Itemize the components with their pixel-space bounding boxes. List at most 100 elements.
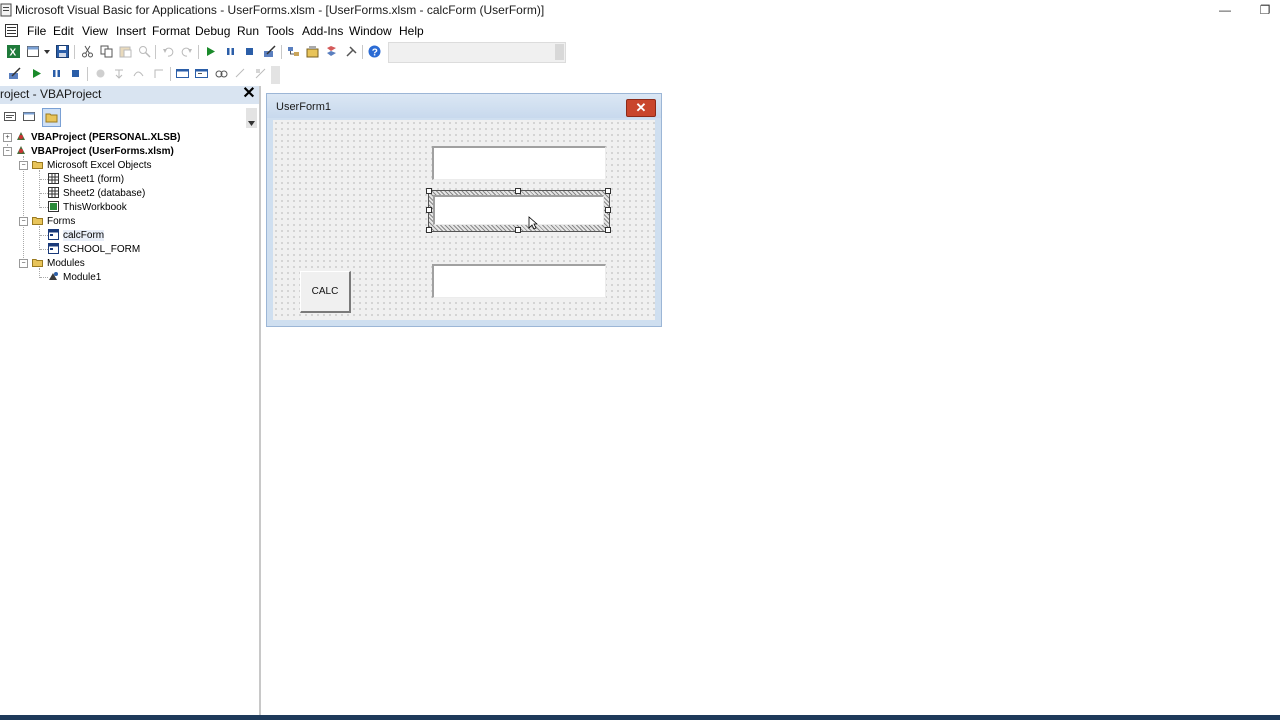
toolbar-separator	[362, 45, 363, 59]
menu-edit[interactable]: Edit	[53, 24, 74, 38]
resize-handle[interactable]	[515, 227, 521, 233]
resize-handle[interactable]	[426, 207, 432, 213]
tree-item-sheet1[interactable]: Sheet1 (form)	[48, 173, 124, 185]
resize-handle[interactable]	[605, 207, 611, 213]
menu-add-ins[interactable]: Add-Ins	[302, 24, 343, 38]
collapse-toggle[interactable]: −	[19, 259, 28, 268]
tree-folder-excel-objects[interactable]: Microsoft Excel Objects	[32, 159, 151, 171]
break-icon[interactable]	[50, 67, 63, 80]
title-bar: Microsoft Visual Basic for Applications …	[0, 0, 1280, 22]
module-icon	[49, 272, 58, 280]
help-icon[interactable]: ?	[368, 45, 381, 58]
combo-dropdown-arrow[interactable]	[555, 44, 564, 60]
menu-debug[interactable]: Debug	[195, 24, 230, 38]
menu-format[interactable]: Format	[152, 24, 190, 38]
locals-window-icon[interactable]	[176, 67, 189, 80]
svg-text:X: X	[10, 48, 17, 59]
step-out-icon[interactable]	[152, 67, 165, 80]
collapse-toggle[interactable]: −	[19, 161, 28, 170]
standard-toolbar: X ?	[0, 41, 1280, 63]
tree-item-calcform[interactable]: calcForm	[48, 229, 105, 241]
toggle-breakpoint-icon[interactable]	[94, 67, 107, 80]
reset-icon[interactable]	[243, 45, 256, 58]
object-browser-icon[interactable]	[325, 45, 338, 58]
view-code-icon[interactable]	[2, 108, 19, 125]
immediate-window-icon[interactable]	[195, 67, 208, 80]
tree-item-module1[interactable]: Module1	[48, 271, 101, 283]
quick-watch-icon[interactable]	[234, 67, 247, 80]
step-over-icon[interactable]	[132, 67, 145, 80]
restore-button[interactable]: ❐	[1256, 2, 1274, 18]
minimize-button[interactable]: —	[1216, 2, 1234, 18]
cut-icon[interactable]	[81, 45, 94, 58]
line-col-combo[interactable]	[388, 42, 566, 63]
resize-handle[interactable]	[605, 188, 611, 194]
taskbar-strip	[0, 715, 1280, 720]
menu-view[interactable]: View	[82, 24, 108, 38]
menu-help[interactable]: Help	[399, 24, 424, 38]
tree-folder-forms[interactable]: Forms	[32, 215, 75, 227]
design-mode-icon[interactable]	[8, 67, 21, 80]
collapse-toggle[interactable]: −	[3, 147, 12, 156]
tree-line	[40, 277, 48, 278]
menu-file[interactable]: File	[27, 24, 46, 38]
tree-folder-modules[interactable]: Modules	[32, 257, 85, 269]
expand-toggle[interactable]: +	[3, 133, 12, 142]
run-icon[interactable]	[30, 67, 43, 80]
tree-line	[40, 235, 48, 236]
run-icon[interactable]	[204, 45, 217, 58]
module-window-icon[interactable]	[5, 24, 18, 37]
menu-window[interactable]: Window	[349, 24, 392, 38]
close-icon[interactable]: ✕	[241, 86, 257, 102]
userform-title-bar[interactable]: UserForm1 ✕	[267, 94, 661, 118]
resize-handle[interactable]	[605, 227, 611, 233]
resize-handle[interactable]	[426, 227, 432, 233]
chevron-down-icon[interactable]	[43, 45, 51, 58]
paste-icon[interactable]	[119, 45, 132, 58]
toggle-folders-icon[interactable]	[42, 108, 61, 127]
toolbox-icon[interactable]	[345, 45, 358, 58]
design-mode-icon[interactable]	[263, 45, 276, 58]
view-object-icon[interactable]	[21, 108, 38, 125]
tree-line	[40, 249, 48, 250]
menu-run[interactable]: Run	[237, 24, 259, 38]
textbox-3[interactable]	[432, 264, 606, 298]
collapse-toggle[interactable]: −	[19, 217, 28, 226]
selection-frame[interactable]	[428, 190, 610, 232]
break-icon[interactable]	[224, 45, 237, 58]
debug-toolbar	[0, 63, 1280, 85]
textbox-2-selected[interactable]	[433, 195, 604, 225]
properties-window-icon[interactable]	[306, 45, 319, 58]
tree-item-personal-project[interactable]: VBAProject (PERSONAL.XLSB)	[16, 131, 180, 143]
tree-item-userforms-project[interactable]: VBAProject (UserForms.xlsm)	[16, 145, 174, 157]
resize-handle[interactable]	[515, 188, 521, 194]
textbox-1[interactable]	[432, 146, 606, 180]
toolbar-overflow-grip[interactable]	[271, 66, 280, 84]
save-icon[interactable]	[56, 45, 69, 58]
reset-icon[interactable]	[69, 67, 82, 80]
tree-item-sheet2[interactable]: Sheet2 (database)	[48, 187, 145, 199]
copy-icon[interactable]	[100, 45, 113, 58]
resize-handle[interactable]	[426, 188, 432, 194]
tree-item-thisworkbook[interactable]: ThisWorkbook	[48, 201, 127, 213]
tree-item-label: Sheet1 (form)	[63, 174, 125, 185]
undo-icon[interactable]	[162, 45, 175, 58]
menu-tools[interactable]: Tools	[266, 24, 294, 38]
excel-icon[interactable]: X	[7, 45, 20, 58]
panel-dropdown-grip[interactable]	[246, 108, 257, 128]
redo-icon[interactable]	[180, 45, 193, 58]
watch-window-icon[interactable]	[215, 67, 228, 80]
call-stack-icon[interactable]	[254, 67, 267, 80]
step-into-icon[interactable]	[113, 67, 126, 80]
close-icon[interactable]: ✕	[626, 99, 656, 117]
calc-button[interactable]: CALC	[300, 271, 351, 313]
tree-item-school-form[interactable]: SCHOOL_FORM	[48, 243, 140, 255]
find-icon[interactable]	[138, 45, 151, 58]
sheet-icon	[48, 187, 59, 198]
menu-insert[interactable]: Insert	[116, 24, 146, 38]
tree-item-label: Microsoft Excel Objects	[47, 160, 152, 171]
project-explorer-header: roject - VBAProject ✕	[0, 86, 259, 104]
tree-item-label: SCHOOL_FORM	[63, 244, 141, 255]
insert-userform-icon[interactable]	[27, 45, 40, 58]
project-explorer-icon[interactable]	[287, 45, 300, 58]
